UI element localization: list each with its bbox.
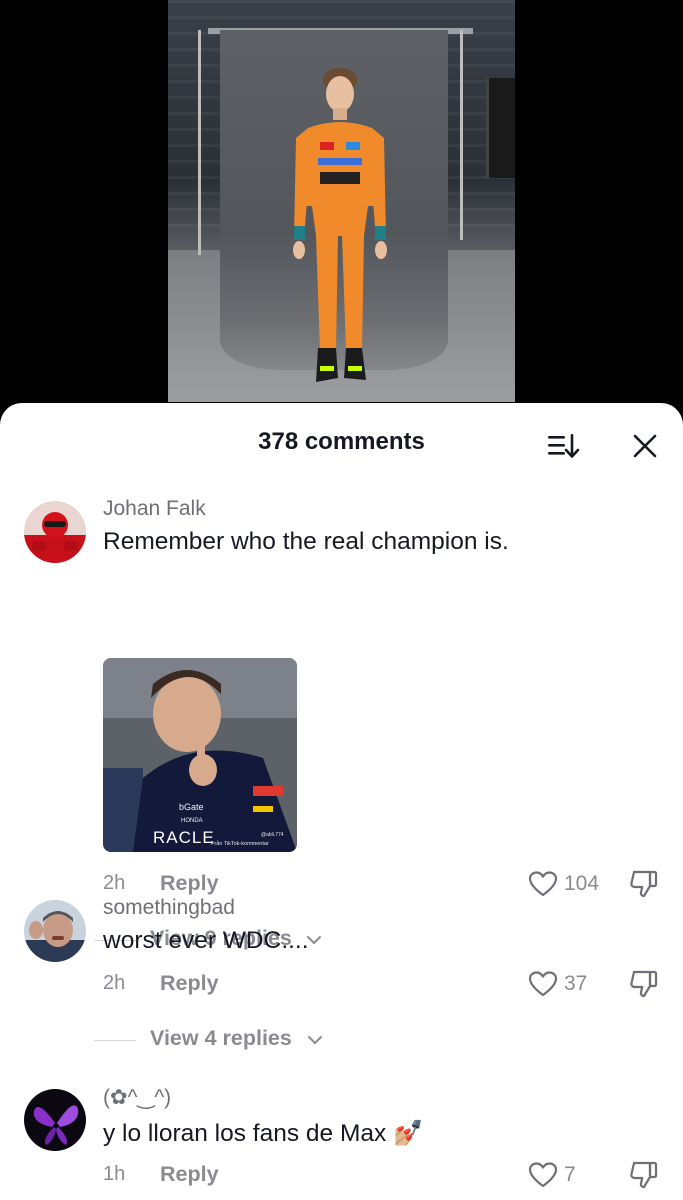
comment-text: Remember who the real champion is. <box>103 528 509 555</box>
comment-attached-image[interactable]: bGate HONDA RACLE @abli.774 Från TikTok-… <box>103 658 297 852</box>
image-handle: @abli.774 <box>261 832 284 838</box>
like-count: 37 <box>564 972 588 995</box>
chevron-down-icon <box>308 1036 322 1044</box>
close-icon[interactable] <box>630 431 660 461</box>
like-count: 7 <box>564 1163 576 1186</box>
reply-button[interactable]: Reply <box>160 1162 219 1187</box>
heart-outline-icon[interactable] <box>528 1161 558 1189</box>
comment-username[interactable]: somethingbad <box>103 896 235 920</box>
avatar[interactable] <box>24 900 86 962</box>
driver-figure <box>293 68 387 382</box>
comment-time: 2h <box>103 972 126 994</box>
view-replies-label: View 4 replies <box>150 1026 292 1050</box>
image-watermark: Från TikTok-kommentar <box>211 841 269 847</box>
heart-outline-icon[interactable] <box>528 970 558 998</box>
comment-username[interactable]: (✿^‿^) <box>103 1085 171 1110</box>
comment-time: 2h <box>103 872 126 894</box>
sort-icon[interactable] <box>546 431 580 461</box>
light-stand-right <box>460 30 463 240</box>
avatar[interactable] <box>24 1089 86 1151</box>
comment-time: 1h <box>103 1163 126 1185</box>
softbox-light <box>486 78 515 178</box>
thumbs-down-icon[interactable] <box>628 868 660 900</box>
view-replies-button[interactable]: View 4 replies <box>94 1026 334 1054</box>
video-frame[interactable] <box>168 0 515 402</box>
reply-button[interactable]: Reply <box>160 971 219 996</box>
light-stand-left <box>198 30 201 255</box>
comment-text: y lo lloran los fans de Max 💅🏼 <box>103 1120 424 1147</box>
heart-outline-icon[interactable] <box>528 870 558 898</box>
thumbs-down-icon[interactable] <box>628 968 660 1000</box>
image-sponsor-text: bGate <box>179 802 204 812</box>
avatar[interactable] <box>24 501 86 563</box>
comments-sheet: 378 comments Johan Falk Remember who the… <box>0 403 683 1200</box>
image-sponsor-text: RACLE <box>153 828 215 847</box>
comment-text: worst ever WDC.... <box>103 927 309 954</box>
comment-username[interactable]: Johan Falk <box>103 497 206 521</box>
comments-count-title: 378 comments <box>258 428 425 455</box>
video-player[interactable] <box>0 0 683 420</box>
like-count: 104 <box>564 872 600 895</box>
reply-button[interactable]: Reply <box>160 871 219 896</box>
replies-divider <box>94 1040 136 1041</box>
image-sponsor-text: HONDA <box>181 818 203 824</box>
thumbs-down-icon[interactable] <box>628 1159 660 1191</box>
